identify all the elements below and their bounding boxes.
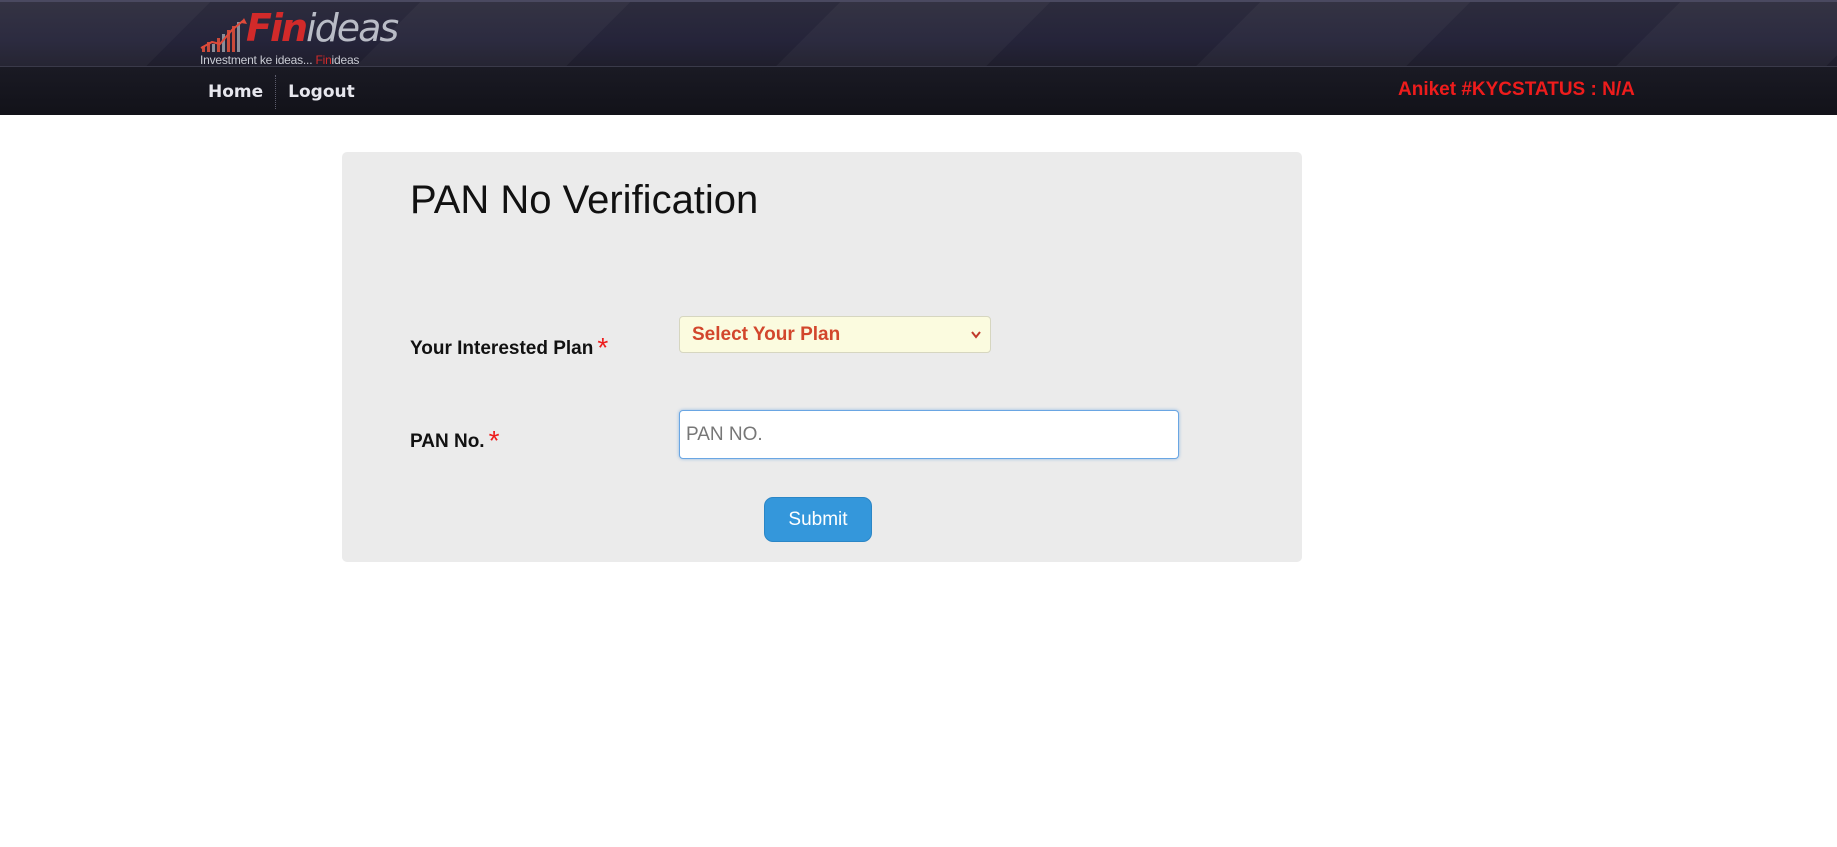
logo-wordmark: Finideas <box>246 6 399 50</box>
nav-logout-link[interactable]: Logout <box>280 76 363 108</box>
plan-label: Your Interested Plan * <box>410 329 609 363</box>
plan-select[interactable]: Select Your Plan <box>679 316 991 353</box>
pan-verification-card: PAN No Verification Your Interested Plan… <box>342 152 1302 562</box>
pan-label: PAN No. * <box>410 422 500 456</box>
logo-word-ideas: ideas <box>306 6 399 50</box>
logo-word-fin: Fin <box>246 6 308 50</box>
required-marker: * <box>488 425 500 456</box>
nav-divider <box>275 75 277 109</box>
submit-button[interactable]: Submit <box>764 497 872 542</box>
tagline-text: Investment ke ideas... <box>200 53 316 67</box>
pan-label-text: PAN No. <box>410 431 485 452</box>
user-kyc-status: Aniket #KYCSTATUS : N/A <box>1398 79 1635 100</box>
tagline-fin: Fin <box>315 53 332 67</box>
bar-chart-icon <box>200 18 247 52</box>
chevron-down-icon <box>970 317 982 365</box>
required-marker: * <box>597 332 609 363</box>
page-title: PAN No Verification <box>410 178 759 222</box>
tagline-ideas: ideas <box>331 53 360 67</box>
nav-home-link[interactable]: Home <box>200 76 271 108</box>
finideas-logo[interactable]: Finideas Investment ke ideas... Finideas <box>200 4 399 68</box>
logo-tagline: Investment ke ideas... Finideas <box>200 53 359 67</box>
main-nav: Home Logout <box>200 75 363 109</box>
pan-number-input[interactable] <box>679 410 1179 459</box>
plan-select-value: Select Your Plan <box>692 324 841 345</box>
plan-label-text: Your Interested Plan <box>410 338 594 359</box>
